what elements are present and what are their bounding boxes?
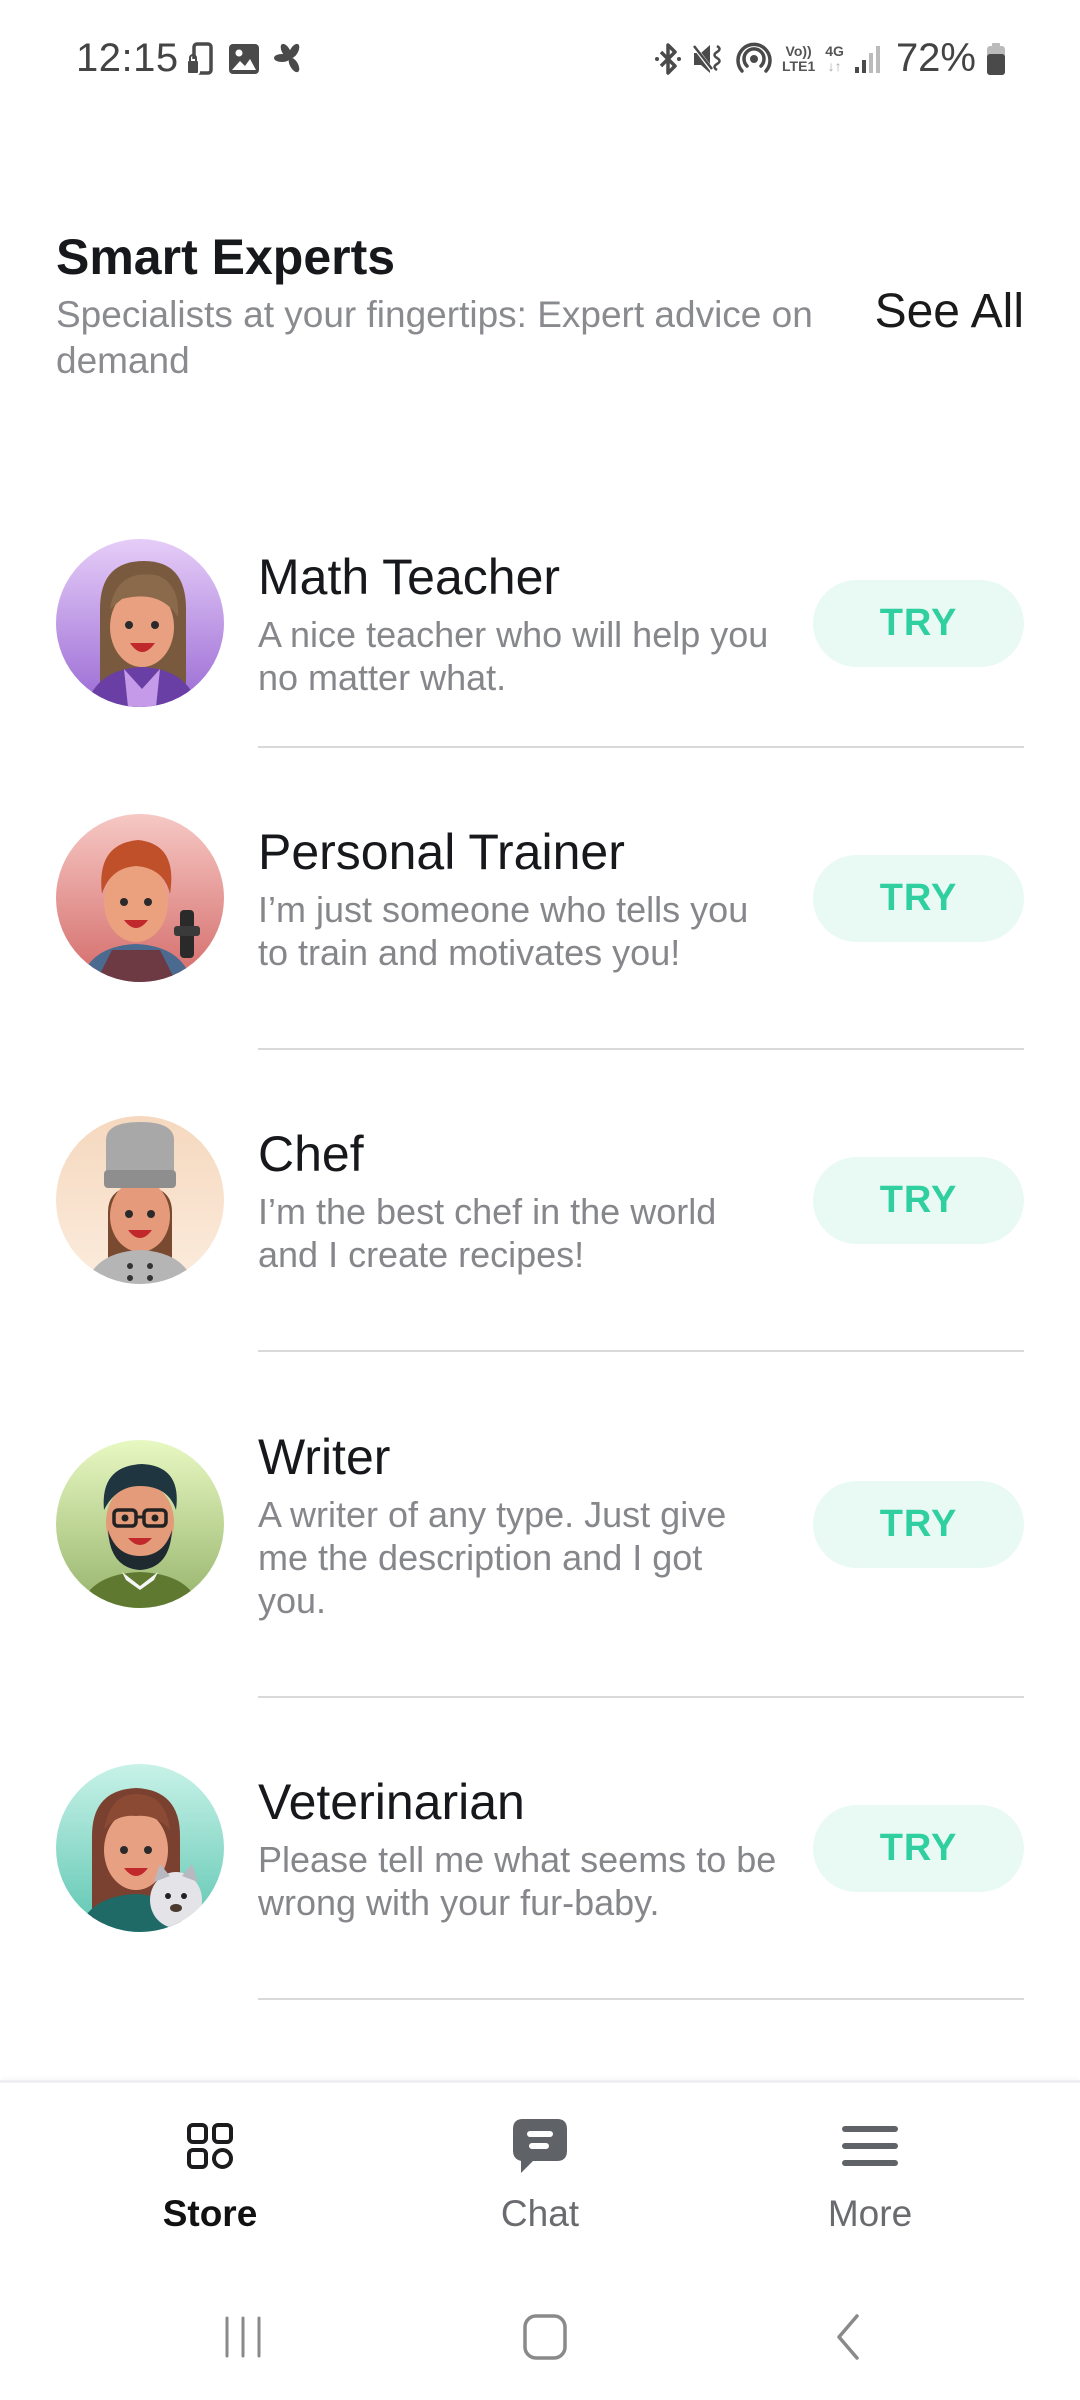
pinwheel-icon <box>274 42 306 76</box>
signal-icon <box>854 43 882 75</box>
expert-row-personal-trainer[interactable]: Personal Trainer I’m just someone who te… <box>0 748 1080 1048</box>
expert-description: A nice teacher who will help you no matt… <box>258 614 769 698</box>
avatar-veterinarian <box>56 1764 224 1932</box>
phone-lock-icon <box>186 42 214 76</box>
nav-label-more: More <box>827 2193 913 2234</box>
recent-apps-button[interactable] <box>203 2304 283 2374</box>
try-button-chef[interactable]: TRY <box>813 1156 1024 1244</box>
volte-bottom-label: LTE1 <box>782 57 816 74</box>
expert-row-chef[interactable]: Chef I’m the best chef in the world and … <box>0 1050 1080 1350</box>
home-icon <box>522 2313 568 2366</box>
status-time: 12:15 <box>76 36 179 80</box>
back-icon <box>833 2313 863 2366</box>
nav-tab-more[interactable]: More <box>770 2117 970 2235</box>
expert-text: Math Teacher A nice teacher who will hel… <box>224 547 813 699</box>
try-button-math-teacher[interactable]: TRY <box>813 579 1024 667</box>
expert-text: Chef I’m the best chef in the world and … <box>224 1124 813 1276</box>
avatar-personal-trainer <box>56 814 224 982</box>
bottom-navigation: Store Chat More <box>0 2080 1080 2280</box>
battery-icon <box>986 42 1006 76</box>
expert-description: I’m just someone who tells you to train … <box>258 889 749 973</box>
nav-tab-store[interactable]: Store <box>110 2117 310 2235</box>
mute-vibrate-icon <box>692 42 726 76</box>
battery-percent: 72% <box>895 36 976 80</box>
section-title: Smart Experts <box>56 229 396 285</box>
expert-row-math-teacher[interactable]: Math Teacher A nice teacher who will hel… <box>0 500 1080 746</box>
expert-text: Writer A writer of any type. Just give m… <box>224 1427 813 1622</box>
expert-name: Writer <box>258 1428 391 1485</box>
grid-icon <box>186 2117 234 2175</box>
menu-icon <box>841 2117 899 2175</box>
expert-name: Veterinarian <box>258 1774 525 1830</box>
nav-label-chat: Chat <box>500 2193 580 2234</box>
avatar-math-teacher <box>56 539 224 707</box>
network-type-label: 4G <box>825 42 844 59</box>
divider <box>258 1998 1024 2000</box>
bluetooth-icon <box>654 42 682 76</box>
experts-list: Math Teacher A nice teacher who will hel… <box>0 500 1080 2000</box>
expert-name: Math Teacher <box>258 549 561 605</box>
expert-text: Veterinarian Please tell me what seems t… <box>224 1772 813 1924</box>
expert-description: I’m the best chef in the world and I cre… <box>258 1191 717 1275</box>
try-button-personal-trainer[interactable]: TRY <box>813 854 1024 942</box>
expert-text: Personal Trainer I’m just someone who te… <box>224 822 813 974</box>
nav-label-store: Store <box>162 2193 258 2234</box>
section-subtitle: Specialists at your fingertips: Expert a… <box>56 294 813 381</box>
chat-bubble-icon <box>511 2117 569 2175</box>
avatar-writer <box>56 1440 224 1608</box>
gallery-icon <box>228 43 260 75</box>
4g-icon: 4G ↓↑ <box>825 42 844 74</box>
system-navigation-bar <box>0 2280 1080 2400</box>
see-all-button[interactable]: See All <box>875 284 1024 339</box>
expert-name: Personal Trainer <box>258 824 625 880</box>
try-button-veterinarian[interactable]: TRY <box>813 1804 1024 1892</box>
expert-description: A writer of any type. Just give me the d… <box>258 1493 727 1621</box>
hotspot-icon <box>736 42 772 76</box>
volte-top-label: Vo)) <box>785 42 812 59</box>
expert-row-veterinarian[interactable]: Veterinarian Please tell me what seems t… <box>0 1698 1080 1998</box>
expert-description: Please tell me what seems to be wrong wi… <box>258 1839 777 1923</box>
avatar-chef <box>56 1116 224 1284</box>
home-button[interactable] <box>505 2304 585 2374</box>
system-status-icons: Vo)) LTE1 4G ↓↑ 72% <box>654 36 1006 81</box>
status-bar: 12:15 Vo)) LTE1 4G ↓↑ 72% <box>0 0 1080 120</box>
expert-row-writer[interactable]: Writer A writer of any type. Just give m… <box>0 1352 1080 1696</box>
smart-experts-header: Smart Experts Specialists at your finger… <box>56 228 1024 384</box>
data-arrows: ↓↑ <box>827 57 842 74</box>
try-button-writer[interactable]: TRY <box>813 1480 1024 1568</box>
volte-icon: Vo)) LTE1 <box>782 42 816 74</box>
expert-name: Chef <box>258 1126 364 1182</box>
recent-apps-icon <box>221 2314 265 2365</box>
nav-tab-chat[interactable]: Chat <box>440 2117 640 2235</box>
notification-icons <box>186 42 306 76</box>
back-button[interactable] <box>808 2304 888 2374</box>
